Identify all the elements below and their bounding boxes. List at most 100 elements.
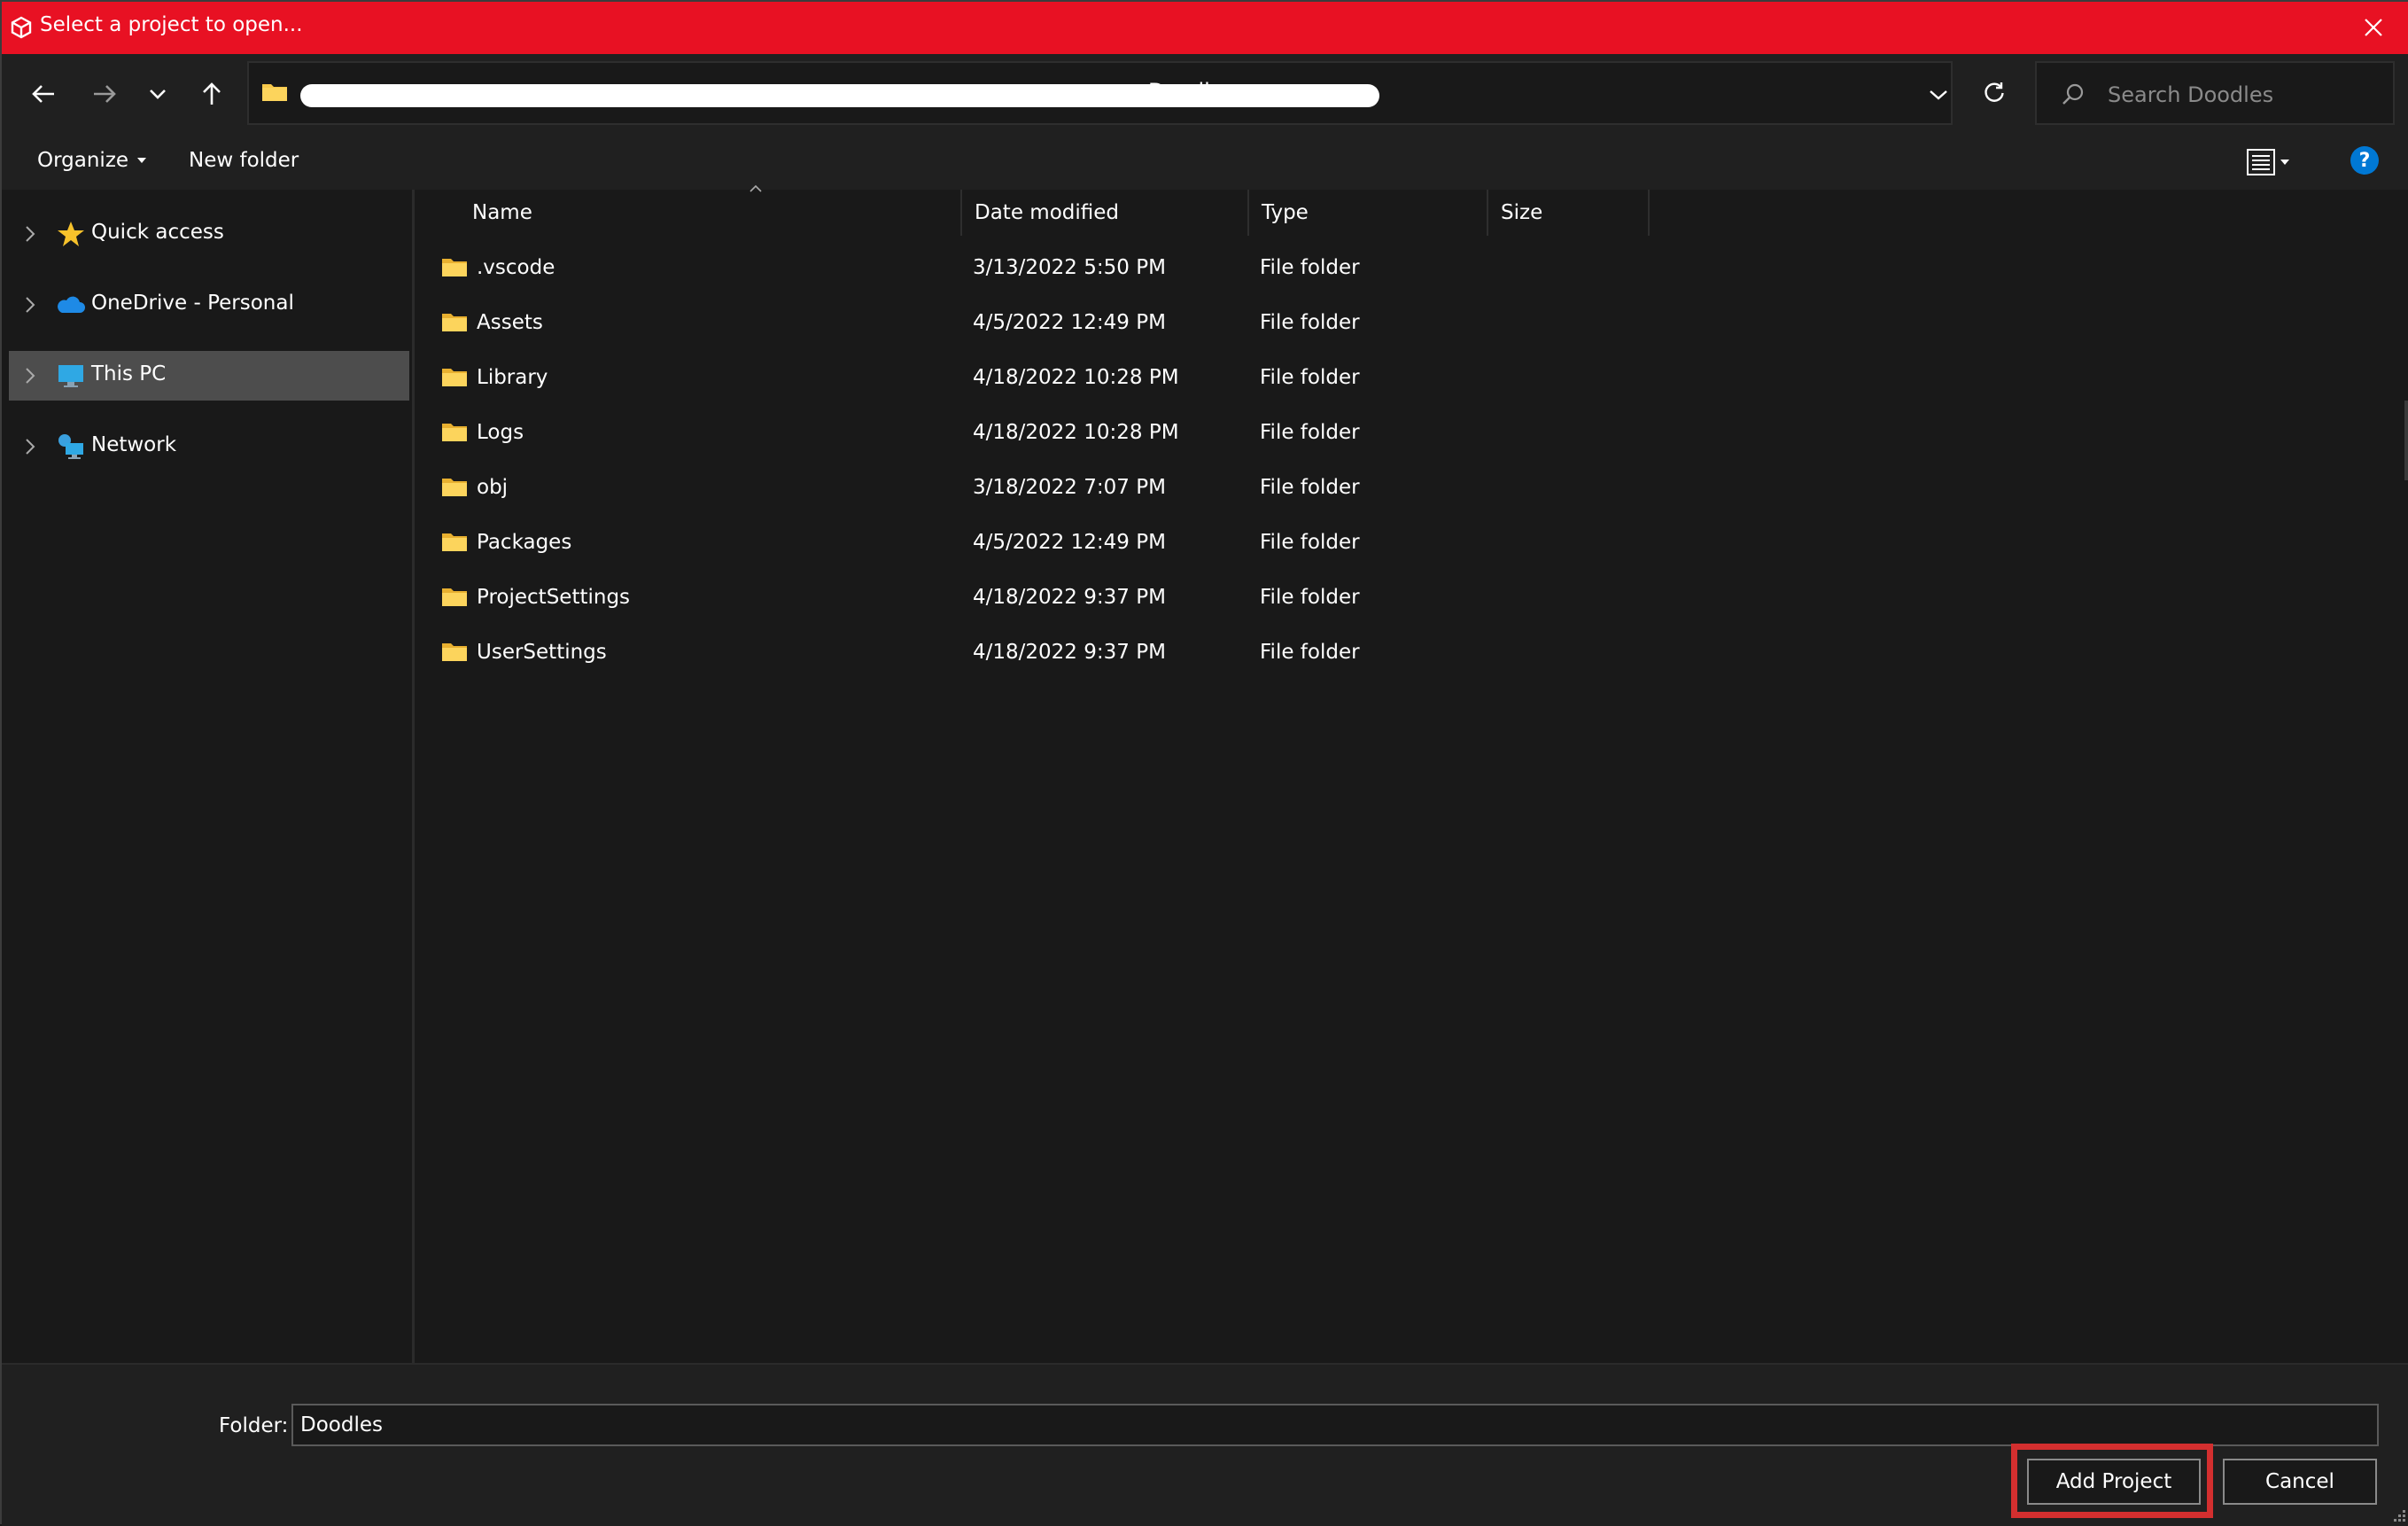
sidebar-item-onedrive[interactable]: OneDrive - Personal	[9, 280, 409, 330]
chevron-right-icon	[26, 439, 35, 455]
close-icon	[2365, 19, 2382, 36]
column-header-label: Name	[472, 201, 532, 224]
table-row[interactable]: Library 4/18/2022 10:28 PM File folder	[441, 351, 1823, 406]
column-header-name[interactable]: Name	[460, 184, 962, 236]
chevron-right-icon	[26, 297, 35, 313]
details-view-icon	[2247, 149, 2275, 175]
column-header-type[interactable]: Type	[1249, 190, 1488, 236]
command-bar: Organize New folder ?	[2, 134, 2408, 190]
caret-down-icon	[137, 158, 147, 163]
refresh-icon	[1985, 82, 2004, 102]
chevron-right-icon	[26, 226, 35, 242]
unity-logo-icon	[11, 16, 32, 39]
cancel-button[interactable]: Cancel	[2223, 1459, 2377, 1505]
folder-input[interactable]	[291, 1404, 2379, 1446]
forward-button[interactable]	[84, 74, 125, 114]
dialog-footer: Folder: Add Project Cancel	[2, 1363, 2408, 1526]
add-project-label: Add Project	[2055, 1470, 2172, 1493]
search-icon	[2062, 83, 2084, 105]
add-project-button[interactable]: Add Project	[2027, 1459, 2201, 1505]
folder-icon	[442, 369, 467, 386]
sort-ascending-icon	[750, 184, 762, 192]
up-button[interactable]	[191, 74, 232, 114]
refresh-button[interactable]	[1972, 70, 2016, 114]
file-date: 4/5/2022 12:49 PM	[973, 311, 1166, 334]
file-list: Name Date modified Type Size .vscode 3/1…	[415, 184, 2408, 1363]
file-date: 4/5/2022 12:49 PM	[973, 531, 1166, 554]
file-type: File folder	[1260, 476, 1360, 499]
chevron-down-icon	[150, 90, 166, 99]
arrow-left-icon	[32, 85, 54, 103]
sidebar-item-quick-access[interactable]: Quick access	[9, 209, 409, 259]
file-name: UserSettings	[477, 641, 607, 664]
cloud-icon	[58, 296, 85, 313]
change-view-button[interactable]	[2247, 146, 2303, 178]
table-row[interactable]: .vscode 3/13/2022 5:50 PM File folder	[441, 241, 1823, 296]
folder-label: Folder:	[219, 1414, 289, 1437]
address-dropdown-button[interactable]	[1921, 81, 1956, 109]
search-input[interactable]	[2106, 79, 2384, 111]
new-folder-label: New folder	[189, 149, 299, 172]
breadcrumb-current[interactable]: Doodles	[1148, 79, 1234, 104]
organize-menu[interactable]: Organize	[37, 149, 147, 172]
file-type: File folder	[1260, 256, 1360, 279]
file-name: Assets	[477, 311, 543, 334]
table-row[interactable]: Packages 4/5/2022 12:49 PM File folder	[441, 516, 1823, 571]
address-bar[interactable]: Doodles	[247, 61, 1953, 125]
sidebar-item-label: Quick access	[91, 221, 224, 244]
file-name: Logs	[477, 421, 524, 444]
table-row[interactable]: obj 3/18/2022 7:07 PM File folder	[441, 461, 1823, 516]
network-icon	[58, 434, 83, 459]
table-row[interactable]: ProjectSettings 4/18/2022 9:37 PM File f…	[441, 571, 1823, 626]
file-name: obj	[477, 476, 509, 499]
title-bar: Select a project to open...	[2, 2, 2408, 54]
chevron-right-icon	[26, 368, 35, 384]
table-row[interactable]: Logs 4/18/2022 10:28 PM File folder	[441, 406, 1823, 461]
file-type: File folder	[1260, 311, 1360, 334]
organize-label: Organize	[37, 149, 129, 172]
table-row[interactable]: UserSettings 4/18/2022 9:37 PM File fold…	[441, 626, 1823, 681]
search-box[interactable]	[2035, 61, 2395, 125]
file-date: 4/18/2022 9:37 PM	[973, 641, 1166, 664]
cancel-label: Cancel	[2265, 1470, 2334, 1493]
scrollbar-thumb[interactable]	[2404, 401, 2408, 480]
folder-icon	[442, 533, 467, 551]
arrow-up-icon	[203, 82, 221, 105]
help-button[interactable]: ?	[2350, 146, 2379, 175]
star-icon	[58, 222, 84, 246]
table-row[interactable]: Assets 4/5/2022 12:49 PM File folder	[441, 296, 1823, 351]
chevron-down-icon	[1930, 90, 1947, 100]
close-button[interactable]	[2357, 11, 2390, 44]
file-date: 3/13/2022 5:50 PM	[973, 256, 1166, 279]
file-date: 4/18/2022 10:28 PM	[973, 421, 1179, 444]
file-name: Library	[477, 366, 548, 389]
folder-icon	[442, 314, 467, 331]
file-date: 3/18/2022 7:07 PM	[973, 476, 1166, 499]
column-header-size[interactable]: Size	[1488, 190, 1650, 236]
folder-icon	[262, 84, 287, 101]
help-icon: ?	[2358, 149, 2371, 172]
new-folder-button[interactable]: New folder	[189, 149, 299, 172]
file-type: File folder	[1260, 641, 1360, 664]
file-type: File folder	[1260, 421, 1360, 444]
sidebar-item-label: OneDrive - Personal	[91, 292, 294, 315]
navigation-bar: Doodles	[2, 54, 2408, 134]
column-header-date-modified[interactable]: Date modified	[962, 190, 1249, 236]
sidebar-item-this-pc[interactable]: This PC	[9, 351, 409, 401]
recent-locations-button[interactable]	[137, 74, 178, 114]
arrow-right-icon	[94, 85, 116, 103]
navigation-pane: Quick access OneDrive - Personal This PC	[2, 190, 415, 1363]
column-header-label: Date modified	[975, 201, 1119, 224]
column-header-label: Type	[1262, 201, 1309, 224]
file-type: File folder	[1260, 531, 1360, 554]
file-type: File folder	[1260, 586, 1360, 609]
file-dialog-window: Select a project to open... Doodles Sear…	[0, 0, 2408, 1526]
folder-icon	[442, 424, 467, 441]
folder-icon	[442, 643, 467, 661]
back-button[interactable]	[23, 74, 64, 114]
resize-grip-icon[interactable]	[2392, 1508, 2406, 1522]
folder-icon	[442, 588, 467, 606]
file-date: 4/18/2022 10:28 PM	[973, 366, 1179, 389]
sidebar-item-network[interactable]: Network	[9, 422, 409, 471]
folder-icon	[442, 259, 467, 276]
